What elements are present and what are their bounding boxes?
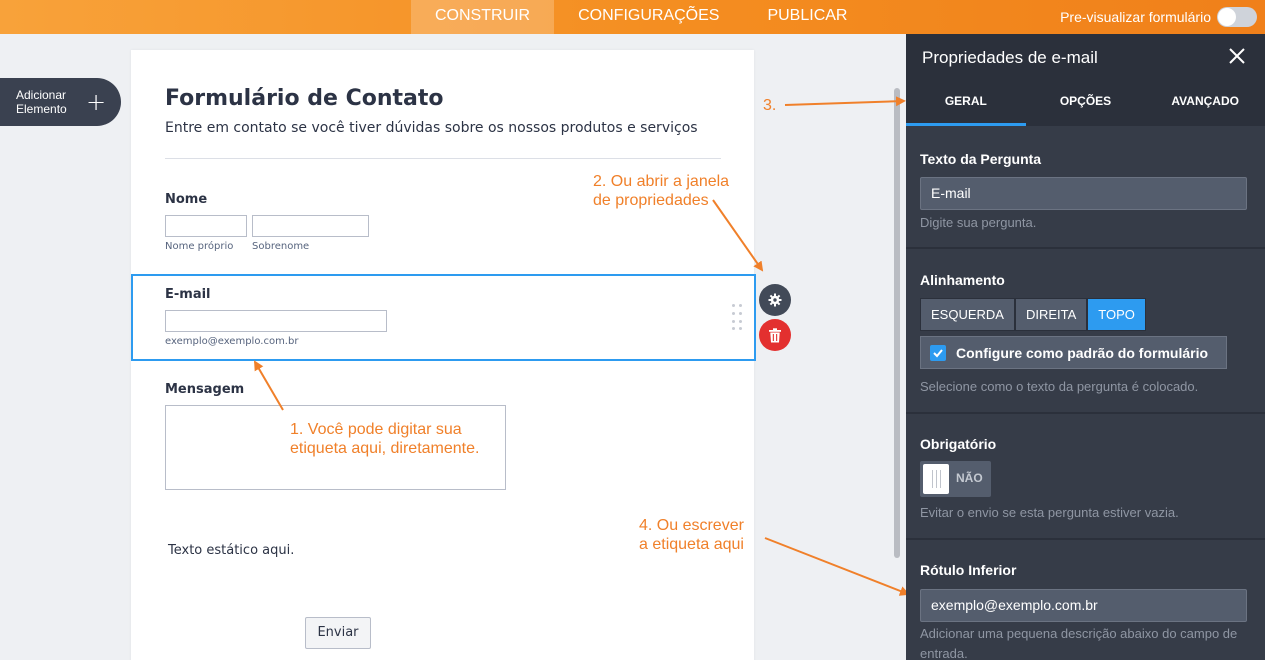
top-nav: CONSTRUIR CONFIGURAÇÕES PUBLICAR	[411, 0, 871, 34]
trash-icon	[769, 327, 781, 342]
arrow-step-3	[784, 96, 906, 107]
panel-tabs: GERAL OPÇÕES AVANÇADO	[906, 78, 1265, 126]
alignment-help: Selecione como o texto da pergunta é col…	[920, 379, 1199, 394]
form-canvas: Formulário de Contato Entre em contato s…	[131, 50, 756, 660]
question-text-label: Texto da Pergunta	[920, 151, 1042, 167]
email-sublabel[interactable]: exemplo@exemplo.com.br	[165, 336, 298, 347]
tab-configuracoes[interactable]: CONFIGURAÇÕES	[554, 0, 743, 34]
top-bar: CONSTRUIR CONFIGURAÇÕES PUBLICAR Pre-vis…	[0, 0, 1265, 34]
checkbox-checked-icon[interactable]	[930, 344, 946, 361]
preview-toggle[interactable]	[1217, 7, 1257, 27]
submit-button[interactable]: Enviar	[305, 617, 371, 649]
arrow-step-4	[764, 537, 910, 596]
add-element-label-line2: Elemento	[16, 102, 67, 116]
annotation-step-3: 3.	[763, 97, 777, 114]
section-divider	[906, 247, 1265, 249]
annotation-step-2: 2. Ou abrir a janela de propriedades	[593, 172, 729, 210]
email-input[interactable]	[165, 310, 387, 332]
sublabel-label: Rótulo Inferior	[920, 562, 1017, 578]
message-label[interactable]: Mensagem	[165, 382, 244, 397]
name-label[interactable]: Nome	[165, 192, 207, 207]
question-text-help: Digite sua pergunta.	[920, 215, 1037, 230]
align-left-option[interactable]: ESQUERDA	[920, 298, 1015, 331]
question-text-input[interactable]: E-mail	[920, 177, 1247, 210]
scrollbar-thumb[interactable]	[894, 88, 900, 558]
required-label: Obrigatório	[920, 436, 997, 452]
panel-header: Propriedades de e-mail	[906, 34, 1265, 78]
gear-icon	[768, 293, 782, 307]
add-element-button[interactable]: Adicionar Elemento +	[0, 78, 121, 126]
last-name-input[interactable]	[252, 215, 369, 237]
preview-label: Pre-visualizar formulário	[1060, 9, 1211, 25]
canvas-scrollbar[interactable]	[892, 88, 902, 558]
annotation-step-1-line2: etiqueta aqui, diretamente.	[290, 440, 480, 457]
annotation-step-2-line2: de propriedades	[593, 192, 709, 209]
annotation-step-1-line1: 1. Você pode digitar sua	[290, 421, 462, 438]
form-title[interactable]: Formulário de Contato	[165, 86, 443, 111]
form-subtitle[interactable]: Entre em contato se você tiver dúvidas s…	[165, 120, 698, 136]
annotation-step-4-line2: a etiqueta aqui	[639, 536, 744, 553]
required-help: Evitar o envio se esta pergunta estiver …	[920, 505, 1179, 520]
delete-field-button[interactable]	[759, 319, 791, 351]
add-element-label-line1: Adicionar	[16, 88, 67, 102]
sublabel-input[interactable]: exemplo@exemplo.com.br	[920, 589, 1247, 622]
tab-opcoes[interactable]: OPÇÕES	[1026, 78, 1146, 126]
annotation-step-2-line1: 2. Ou abrir a janela	[593, 173, 730, 190]
annotation-step-4: 4. Ou escrever a etiqueta aqui	[639, 516, 744, 554]
properties-panel: Propriedades de e-mail GERAL OPÇÕES AVAN…	[906, 34, 1265, 660]
tab-geral[interactable]: GERAL	[906, 78, 1026, 126]
alignment-options: ESQUERDA DIREITA TOPO	[920, 298, 1146, 331]
drag-handle-icon[interactable]	[732, 304, 744, 330]
tab-publicar[interactable]: PUBLICAR	[743, 0, 871, 34]
email-label[interactable]: E-mail	[165, 287, 211, 302]
tab-construir[interactable]: CONSTRUIR	[411, 0, 555, 34]
add-element-label: Adicionar Elemento	[16, 88, 80, 116]
close-panel-button[interactable]	[1227, 46, 1247, 66]
sublabel-help: Adicionar uma pequena descrição abaixo d…	[920, 626, 1238, 660]
section-divider	[906, 538, 1265, 540]
preview-control: Pre-visualizar formulário	[1060, 0, 1257, 34]
toggle-knob	[1218, 8, 1236, 26]
set-default-label: Configure como padrão do formulário	[956, 344, 1209, 361]
set-default-checkbox-row[interactable]: Configure como padrão do formulário	[920, 336, 1227, 369]
first-name-input[interactable]	[165, 215, 247, 237]
section-divider	[906, 412, 1265, 414]
align-right-option[interactable]: DIREITA	[1014, 298, 1088, 331]
annotation-step-4-line1: 4. Ou escrever	[639, 517, 744, 534]
first-name-sublabel: Nome próprio	[165, 241, 234, 252]
annotation-step-1: 1. Você pode digitar sua etiqueta aqui, …	[290, 420, 479, 458]
static-text[interactable]: Texto estático aqui.	[168, 543, 294, 558]
alignment-label: Alinhamento	[920, 272, 1005, 288]
last-name-sublabel: Sobrenome	[252, 241, 310, 252]
plus-icon: +	[86, 88, 107, 116]
align-top-option[interactable]: TOPO	[1087, 298, 1146, 331]
field-properties-button[interactable]	[759, 284, 791, 316]
required-state: NÃO	[956, 471, 983, 485]
panel-title: Propriedades de e-mail	[922, 48, 1098, 67]
toggle-grip-icon	[923, 464, 949, 494]
close-icon	[1229, 48, 1245, 64]
divider	[165, 158, 721, 159]
tab-avancado[interactable]: AVANÇADO	[1145, 78, 1265, 126]
required-toggle[interactable]: NÃO	[920, 461, 991, 497]
